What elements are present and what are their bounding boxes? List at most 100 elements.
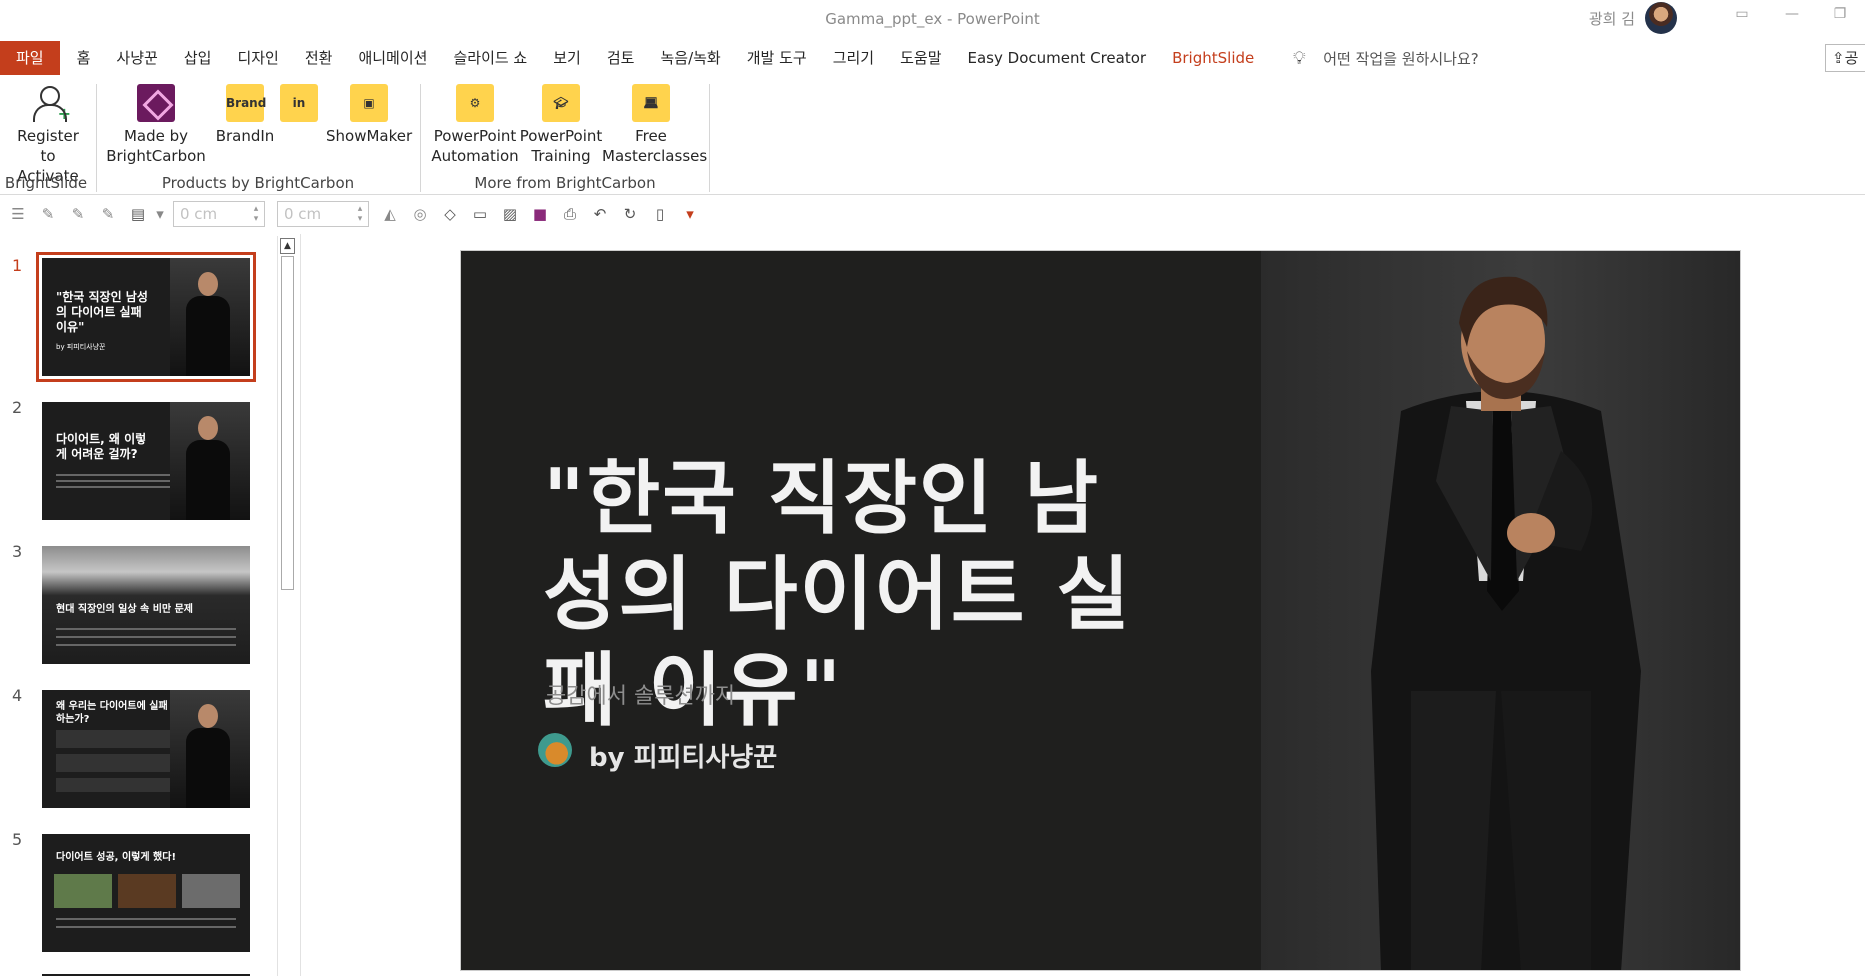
slide-number: 1 [12,256,23,275]
tab-slideshow[interactable]: 슬라이드 쇼 [440,41,540,75]
tab-view[interactable]: 보기 [540,41,594,75]
width-field[interactable]: 0 cm [173,201,265,227]
eyedropper-icon[interactable]: ✎ [33,205,63,223]
slide-subtitle[interactable]: 공감에서 솔루션까지 [546,678,735,710]
linkedin-icon: in [280,84,318,122]
new-slide-icon[interactable]: ▯ [645,205,675,223]
made-by-brightcarbon-button[interactable]: Made by BrightCarbon [104,84,208,166]
window-title: Gamma_ppt_ex - PowerPoint [825,10,1040,28]
user-name[interactable]: 광희 김 [1589,8,1635,29]
eyedropper-fill-icon[interactable]: ✎ [63,205,93,223]
share-label: 공 [1844,49,1859,67]
undo-icon[interactable]: ↶ [585,205,615,223]
slide-number: 2 [12,398,23,417]
slide-thumbnail-3[interactable]: 현대 직장인의 일상 속 비만 문제 [42,546,250,664]
businessman-illustration [1371,276,1641,970]
redo-icon[interactable]: ↻ [615,205,645,223]
showmaker-button[interactable]: ▣ ShowMaker [326,84,412,146]
powerpoint-training-button[interactable]: 🎓︎ PowerPoint Training [518,84,604,166]
showmaker-label: ShowMaker [326,127,413,145]
tab-help[interactable]: 도움말 [887,41,954,75]
tab-draw[interactable]: 그리기 [820,41,887,75]
gear-icon: ⚙ [456,84,494,122]
thumbnail-scrollbar[interactable]: ▲ [277,236,297,976]
slide-number: 3 [12,542,23,561]
save-icon[interactable]: ■ [525,205,555,223]
restore-icon[interactable]: ❐ [1827,6,1853,28]
slide-thumbnail-5[interactable]: 다이어트 성공, 이렇게 했다! [42,834,250,952]
ribbon-panel: + Register to Activate BrightSlide Made … [0,80,1865,195]
thumbnail-title: 현대 직장인의 일상 속 비만 문제 [56,604,194,615]
format-painter-icon[interactable]: ▤ [123,205,153,223]
share-button[interactable]: ⇪공 [1825,44,1865,72]
thumbnail-title: 다이어트, 왜 이렇 게 어려운 걸까? [56,432,147,461]
tab-hunter[interactable]: 사냥꾼 [103,41,170,75]
group-brightslide-label: BrightSlide [4,174,88,192]
align-icon[interactable]: ☰ [3,205,33,223]
slide-thumbnail-1[interactable]: "한국 직장인 남성 의 다이어트 실패 이유" by 피피티사냥꾼 [36,252,256,382]
group-divider [96,84,97,192]
group-divider [709,84,710,192]
thumbnail-title: 왜 우리는 다이어트에 실패 하는가? [56,701,168,725]
brightcarbon-logo-icon [137,84,175,122]
tab-review[interactable]: 검토 [594,41,648,75]
free-masterclasses-button[interactable]: 💻︎ Free Masterclasses [602,84,708,166]
thumbnail-photo [170,258,250,376]
pane-divider [300,234,301,976]
export-icon[interactable]: ⎙ [555,205,585,223]
scrollbar-thumb[interactable] [281,256,294,590]
title-bar: Gamma_ppt_ex - PowerPoint 광희 김 ▭ — ❐ [0,0,1865,36]
brandin-button[interactable]: Brand BrandIn [212,84,278,146]
tab-developer[interactable]: 개발 도구 [734,41,820,75]
slide-author[interactable]: by 피피티사냥꾼 [589,737,777,774]
tab-design[interactable]: 디자인 [224,41,291,75]
lightbulb-icon: 💡︎ [1292,47,1306,69]
thumbnail-title: 다이어트 성공, 이렇게 했다! [56,852,177,863]
ribbon-display-options-icon[interactable]: ▭ [1729,6,1755,28]
thumbnail-photo [170,690,250,808]
height-field[interactable]: 0 cm [277,201,369,227]
slide-number: 5 [12,830,23,849]
text-box-icon[interactable]: ▭ [465,205,495,223]
tab-home[interactable]: 홈 [64,41,104,75]
slide-thumbnail-2[interactable]: 다이어트, 왜 이렇 게 어려운 걸까? [42,402,250,520]
scroll-up-icon[interactable]: ▲ [280,238,295,254]
picture-icon[interactable]: ▨ [495,205,525,223]
ribbon-tabs: 파일 홈 사냥꾼 삽입 디자인 전환 애니메이션 슬라이드 쇼 보기 검토 녹음… [0,41,1865,75]
brandin-label: BrandIn [215,127,275,145]
slide-canvas[interactable]: "한국 직장인 남성의 다이어트 실패 이유" 공감에서 솔루션까지 by 피피… [460,250,1741,971]
free-masterclasses-label: Free Masterclasses [602,127,708,165]
merge-shapes-icon[interactable]: ◎ [405,205,435,223]
quick-toolbar: ☰ ✎ ✎ ✎ ▤ ▾ 0 cm 0 cm ◭ ◎ ◇ ▭ ▨ ■ ⎙ ↶ ↻ … [0,198,1865,230]
group-more-label: More from BrightCarbon [474,174,656,192]
user-avatar[interactable] [1645,2,1677,34]
tab-transitions[interactable]: 전환 [292,41,346,75]
powerpoint-automation-button[interactable]: ⚙ PowerPoint Automation [430,84,520,166]
tell-me-box[interactable]: 💡︎ 어떤 작업을 원하시나요? [1287,48,1479,69]
made-by-label: Made by BrightCarbon [106,127,206,165]
shape-picker-icon[interactable]: ◇ [435,205,465,223]
thumbnail-author: by 피피티사냥꾼 [56,343,106,351]
businessman-photo [1261,251,1740,970]
eyedropper-line-icon[interactable]: ✎ [93,205,123,223]
chevron-down-icon[interactable]: ▾ [153,205,167,223]
tab-file[interactable]: 파일 [0,41,60,75]
rotate-shape-icon[interactable]: ◭ [375,205,405,223]
laptop-cap-icon: 💻︎ [632,84,670,122]
slide-thumbnail-4[interactable]: 왜 우리는 다이어트에 실패 하는가? [42,690,250,808]
register-button[interactable]: + Register to Activate [8,84,88,186]
tab-animations[interactable]: 애니메이션 [345,41,440,75]
tab-recording[interactable]: 녹음/녹화 [647,41,733,75]
slide-number: 4 [12,686,23,705]
tab-insert[interactable]: 삽입 [171,41,225,75]
user-add-icon: + [29,84,71,123]
brandin-icon: Brand [226,84,266,122]
customize-toolbar-icon[interactable]: ▾ [675,205,705,223]
linkedin-button[interactable]: in [280,84,318,126]
author-avatar [538,733,572,767]
pp-training-label: PowerPoint Training [519,127,603,165]
tab-brightslide[interactable]: BrightSlide [1159,41,1267,75]
minimize-icon[interactable]: — [1779,6,1805,28]
share-icon: ⇪ [1832,49,1845,67]
tab-easy-document-creator[interactable]: Easy Document Creator [955,41,1160,75]
